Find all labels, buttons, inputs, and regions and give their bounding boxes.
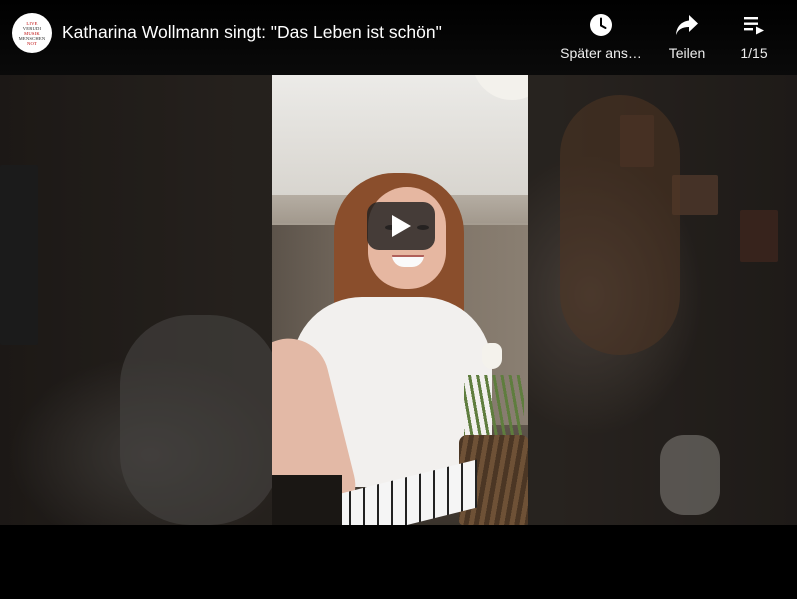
video-frame[interactable]: [0, 75, 797, 525]
watch-later-button[interactable]: Später ans…: [560, 12, 642, 61]
video-player[interactable]: LIVE VERUDI MUSIK MENSCHEN NOT Katharina…: [0, 0, 797, 599]
playlist-button[interactable]: 1/15: [733, 12, 775, 61]
share-arrow-icon: [675, 12, 699, 38]
top-bar: LIVE VERUDI MUSIK MENSCHEN NOT Katharina…: [0, 0, 797, 75]
channel-avatar[interactable]: LIVE VERUDI MUSIK MENSCHEN NOT: [12, 13, 52, 53]
channel-logo-text: NOT: [26, 40, 38, 46]
share-label: Teilen: [668, 45, 706, 61]
play-icon: [392, 215, 411, 237]
share-button[interactable]: Teilen: [662, 12, 712, 61]
playlist-position: 1/15: [740, 45, 768, 61]
video-thumbnail: [272, 75, 528, 525]
clock-icon: [589, 12, 613, 38]
play-button[interactable]: [367, 202, 435, 250]
watch-later-label: Später ans…: [560, 45, 642, 61]
playlist-icon: [743, 12, 765, 38]
video-title[interactable]: Katharina Wollmann singt: "Das Leben ist…: [62, 22, 442, 43]
letterbox-bottom: [0, 525, 797, 599]
